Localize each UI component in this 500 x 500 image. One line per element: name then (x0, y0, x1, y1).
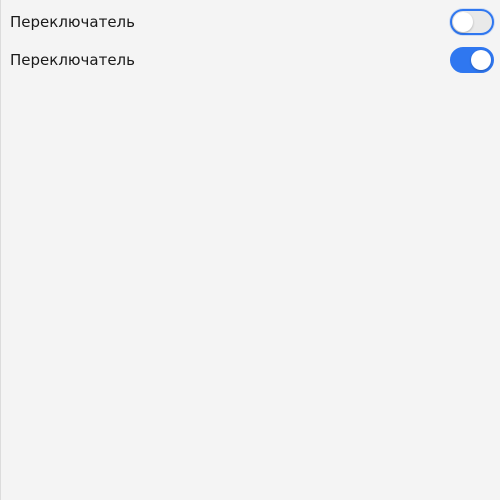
toggle-switch-on[interactable] (450, 47, 494, 73)
toggle-switch-off[interactable] (450, 9, 494, 35)
toggle-knob (453, 12, 473, 32)
switch-row[interactable]: Переключатель (10, 5, 496, 39)
window-left-border (0, 0, 1, 500)
toggle-knob (471, 50, 491, 70)
switch-row[interactable]: Переключатель (10, 43, 496, 77)
switch-label: Переключатель (10, 13, 135, 31)
switch-label: Переключатель (10, 51, 135, 69)
